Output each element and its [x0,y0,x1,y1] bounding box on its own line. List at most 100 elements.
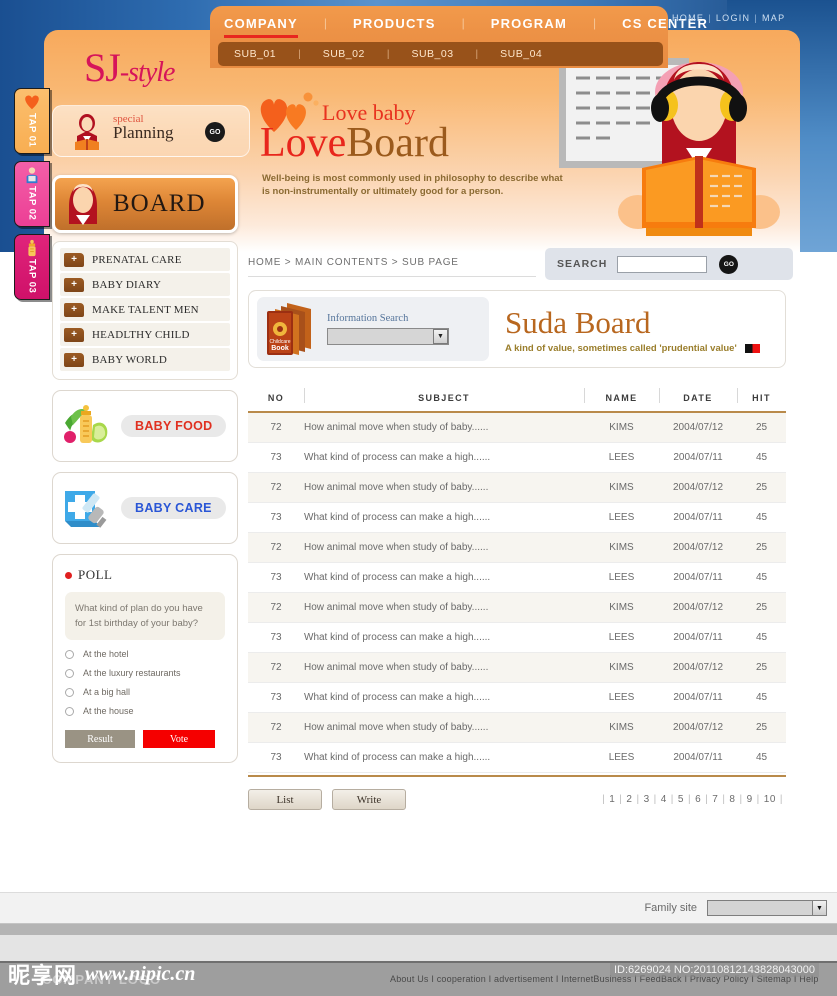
pagination-page-3[interactable]: 3 [643,794,651,805]
subnav-item-sub03[interactable]: SUB_03 [411,48,453,60]
table-row[interactable]: 72 How animal move when study of baby...… [248,652,786,683]
pagination-page-10[interactable]: 10 [763,794,777,805]
hero-line2-board: Board [346,120,449,166]
side-tap-02[interactable]: TAP 02 [14,161,50,227]
poll-result-button[interactable]: Result [65,730,135,748]
utility-home[interactable]: HOME [672,13,704,23]
sidebar-item-baby-world[interactable]: + BABY WORLD [60,348,230,371]
cell-name: KIMS [584,652,659,683]
sidebar-item-make-talent-men[interactable]: + MAKE TALENT MEN [60,298,230,321]
cell-no: 72 [248,712,304,743]
write-button[interactable]: Write [332,789,406,810]
page-subtitle-text: A kind of value, sometimes called 'prude… [505,342,737,354]
side-tap-03[interactable]: TAP 03 [14,234,50,300]
poll-option-big-hall[interactable]: At a big hall [65,687,225,697]
sidebar-item-baby-diary[interactable]: + BABY DIARY [60,273,230,296]
cell-name: LEES [584,742,659,773]
cell-no: 73 [248,622,304,653]
cell-hit: 45 [737,562,786,593]
search-input[interactable] [617,255,708,273]
nav-item-program[interactable]: PROGRAM [491,16,567,31]
cell-subject[interactable]: How animal move when study of baby...... [304,592,584,623]
cell-date: 2004/07/11 [659,622,737,653]
cell-subject[interactable]: What kind of process can make a high....… [304,442,584,473]
primary-nav-items: COMPANY | PRODUCTS | PROGRAM | CS CENTER [210,6,707,40]
table-row[interactable]: 73 What kind of process can make a high.… [248,622,786,653]
radio-icon[interactable] [65,649,74,659]
table-row[interactable]: 73 What kind of process can make a high.… [248,502,786,533]
pagination-page-9[interactable]: 9 [746,794,754,805]
utility-map[interactable]: MAP [762,13,785,23]
poll-option-house[interactable]: At the house [65,706,225,716]
radio-icon[interactable] [65,668,74,678]
poll-option-hotel[interactable]: At the hotel [65,649,225,659]
sidebar-item-prenatal-care[interactable]: + PRENATAL CARE [60,248,230,271]
subnav-item-sub02[interactable]: SUB_02 [323,48,365,60]
table-row[interactable]: 73 What kind of process can make a high.… [248,562,786,593]
cell-subject[interactable]: How animal move when study of baby...... [304,532,584,563]
svg-text:Book: Book [271,345,289,352]
poll-header: POLL [65,567,225,583]
board-table-body: 72 How animal move when study of baby...… [248,412,786,773]
board-button-label: BOARD [113,190,206,217]
board-button[interactable]: BOARD [52,175,238,233]
utility-login[interactable]: LOGIN [716,13,751,23]
subnav-item-sub01[interactable]: SUB_01 [234,48,276,60]
family-site-band: Family site ▼ [0,892,837,924]
radio-icon[interactable] [65,706,74,716]
search-go-button[interactable]: GO [719,254,739,274]
table-row[interactable]: 72 How animal move when study of baby...… [248,712,786,743]
cell-no: 72 [248,412,304,443]
cell-name: KIMS [584,592,659,623]
plus-icon: + [64,327,84,342]
family-site-select[interactable]: ▼ [707,900,827,916]
table-row[interactable]: 72 How animal move when study of baby...… [248,472,786,503]
column-header-subject: SUBJECT [304,384,584,413]
cell-subject[interactable]: How animal move when study of baby...... [304,472,584,503]
subnav-item-sub04[interactable]: SUB_04 [500,48,542,60]
cell-subject[interactable]: What kind of process can make a high....… [304,682,584,713]
nav-item-products[interactable]: PRODUCTS [353,16,436,31]
poll-option-label: At the luxury restaurants [83,668,181,678]
list-button[interactable]: List [248,789,322,810]
information-search-select[interactable]: ▼ [327,328,449,345]
table-row[interactable]: 72 How animal move when study of baby...… [248,532,786,563]
table-row[interactable]: 73 What kind of process can make a high.… [248,682,786,713]
poll-vote-button[interactable]: Vote [143,730,215,748]
cell-subject[interactable]: How animal move when study of baby...... [304,412,584,443]
pagination-page-6[interactable]: 6 [694,794,702,805]
planning-go-button[interactable]: GO [205,122,225,142]
table-row[interactable]: 73 What kind of process can make a high.… [248,742,786,773]
cell-no: 72 [248,652,304,683]
site-logo[interactable]: SJ-style [84,44,175,91]
nav-item-company[interactable]: COMPANY [224,16,298,38]
poll-buttons: Result Vote [65,730,225,748]
radio-icon[interactable] [65,687,74,697]
plus-icon: + [64,252,84,267]
nav-separator: | [593,16,597,30]
cell-subject[interactable]: How animal move when study of baby...... [304,712,584,743]
watermark-url: www.nipic.cn [85,962,196,985]
cell-name: KIMS [584,412,659,443]
pagination: | 1 | 2 | 3 | 4 | 5 | 6 | 7 | 8 | 9 | 10 | [599,794,786,805]
sidebar-item-healthy-child[interactable]: + HEADLTHY CHILD [60,323,230,346]
cell-subject[interactable]: What kind of process can make a high....… [304,742,584,773]
baby-care-card[interactable]: BABY CARE [52,472,238,544]
special-planning-banner[interactable]: special Planning GO [52,105,250,157]
cell-subject[interactable]: What kind of process can make a high....… [304,562,584,593]
table-row[interactable]: 72 How animal move when study of baby...… [248,412,786,443]
cell-subject[interactable]: What kind of process can make a high....… [304,622,584,653]
side-tap-01[interactable]: TAP 01 [14,88,50,154]
watermark-cn: 昵享网 [8,964,78,989]
cell-hit: 25 [737,652,786,683]
pagination-page-4[interactable]: 4 [660,794,668,805]
column-header-date: DATE [659,384,737,413]
table-row[interactable]: 72 How animal move when study of baby...… [248,592,786,623]
cell-date: 2004/07/12 [659,412,737,443]
table-row[interactable]: 73 What kind of process can make a high.… [248,442,786,473]
cell-subject[interactable]: What kind of process can make a high....… [304,502,584,533]
baby-food-card[interactable]: BABY FOOD [52,390,238,462]
cell-subject[interactable]: How animal move when study of baby...... [304,652,584,683]
poll-option-luxury-restaurants[interactable]: At the luxury restaurants [65,668,225,678]
pagination-page-5[interactable]: 5 [677,794,685,805]
